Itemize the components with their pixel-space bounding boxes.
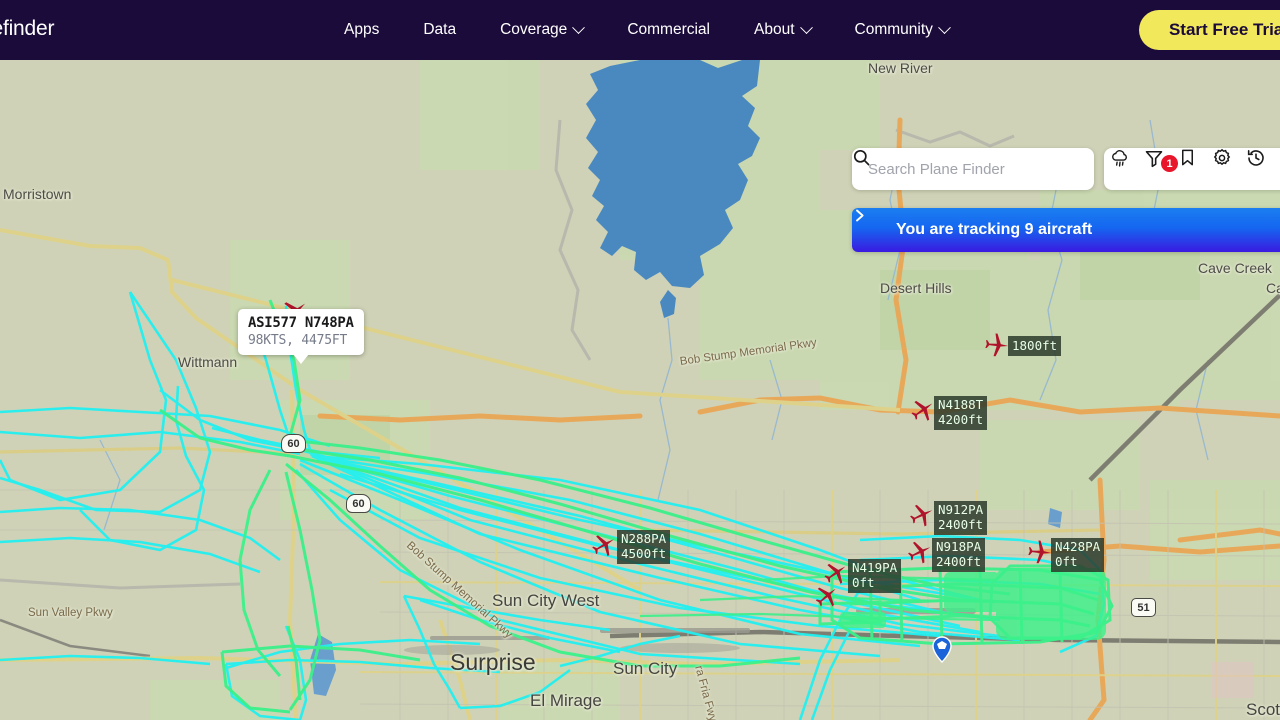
filter-button[interactable]: 1: [1144, 148, 1178, 190]
nav-item-commercial-label: Commercial: [627, 21, 710, 38]
playback-history-button[interactable]: [1246, 148, 1280, 190]
map-canvas[interactable]: New River Morristown Cave Creek Ca Deser…: [0, 60, 1280, 720]
callout-callsign-registration: ASI577 N748PA: [248, 315, 354, 331]
nav-item-coverage-label: Coverage: [500, 21, 568, 38]
tracking-banner[interactable]: You are tracking 9 aircraft: [852, 208, 1280, 252]
chevron-right-icon: [856, 209, 864, 222]
planefinder-app: New River Morristown Cave Creek Ca Deser…: [0, 0, 1280, 720]
weather-radar-icon: [1112, 150, 1127, 167]
map-toolbar[interactable]: 1: [1104, 148, 1280, 190]
nav-item-about[interactable]: About: [732, 0, 833, 60]
main-navigation: Apps Data Coverage Commercial About Comm…: [322, 0, 971, 60]
bookmark-icon: [1181, 149, 1194, 166]
nav-item-apps-label: Apps: [344, 21, 380, 38]
callout-speed-altitude: 98KTS, 4475FT: [248, 333, 348, 348]
aircraft-callout[interactable]: ASI577 N748PA 98KTS, 4475FT: [238, 309, 364, 364]
settings-button[interactable]: [1212, 148, 1246, 190]
nav-item-commercial[interactable]: Commercial: [605, 0, 732, 60]
chevron-down-icon: [799, 20, 813, 34]
search-panel[interactable]: [852, 148, 1094, 190]
search-button[interactable]: [853, 148, 1094, 190]
playback-history-icon: [1247, 150, 1264, 166]
weather-radar-button[interactable]: [1110, 148, 1144, 190]
nav-item-community[interactable]: Community: [833, 0, 971, 60]
start-free-trial-button[interactable]: Start Free Trial: [1138, 10, 1280, 50]
nav-item-data-label: Data: [423, 21, 457, 38]
filter-badge: 1: [1161, 155, 1178, 172]
bookmark-button[interactable]: [1178, 148, 1212, 190]
site-navbar: nefinder Apps Data Coverage Commercial A…: [0, 0, 1280, 60]
chevron-down-icon: [572, 20, 586, 34]
settings-gear-icon: [1213, 148, 1231, 166]
nav-item-coverage[interactable]: Coverage: [478, 0, 605, 60]
search-icon: [853, 149, 870, 166]
nav-item-data[interactable]: Data: [401, 0, 478, 60]
brand-logo[interactable]: nefinder: [0, 17, 54, 41]
search-input[interactable]: [852, 160, 1075, 178]
nav-item-about-label: About: [754, 21, 795, 38]
nav-item-apps[interactable]: Apps: [322, 0, 401, 60]
tracking-label: You are tracking 9 aircraft: [896, 221, 1093, 238]
nav-item-community-label: Community: [854, 21, 933, 38]
chevron-down-icon: [938, 20, 951, 34]
